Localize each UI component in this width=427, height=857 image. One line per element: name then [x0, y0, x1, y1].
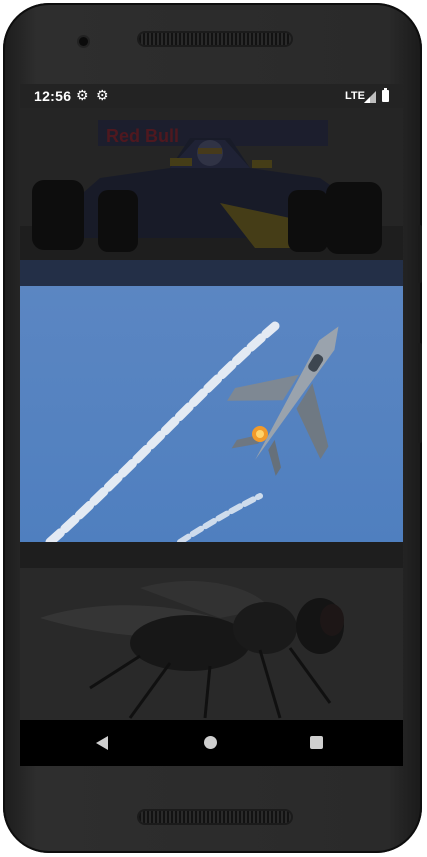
feed-item-fighter-jet[interactable] [20, 286, 403, 542]
volume-button [418, 225, 422, 283]
back-icon[interactable] [96, 736, 108, 750]
status-time: 12:56 [34, 88, 72, 104]
home-icon[interactable] [204, 736, 217, 749]
housefly-image [20, 568, 403, 720]
feed-item-f1-car[interactable]: Red Bull [20, 108, 403, 260]
power-button [418, 343, 422, 443]
top-speaker [139, 33, 291, 45]
gear-icon: ⚙ [96, 87, 109, 103]
recents-icon[interactable] [310, 736, 323, 749]
fighter-jet-image [20, 286, 403, 542]
navigation-bar [20, 720, 403, 766]
feed-item-housefly[interactable] [20, 568, 403, 720]
status-bar: 12:56 ⚙ ⚙ LTE [20, 84, 403, 108]
battery-icon [382, 88, 389, 102]
bottom-speaker [139, 811, 291, 823]
network-type: LTE [345, 90, 365, 102]
red-bull-f1-car-image: Red Bull [20, 108, 403, 260]
front-camera [79, 37, 88, 46]
screen: 12:56 ⚙ ⚙ LTE Red Bull [20, 84, 403, 766]
gear-icon: ⚙ [76, 87, 89, 103]
separator [20, 542, 403, 568]
separator [20, 260, 403, 286]
